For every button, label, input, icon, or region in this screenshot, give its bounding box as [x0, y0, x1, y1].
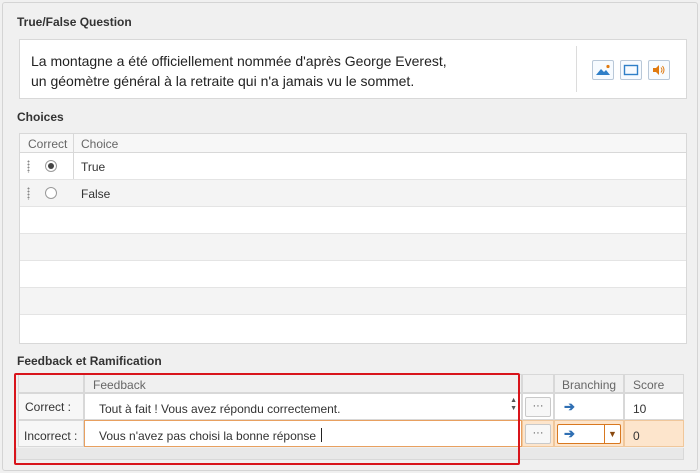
incorrect-more-button[interactable]: ···	[525, 424, 551, 444]
arrow-right-icon: ➔	[564, 399, 575, 414]
choices-grid: Correct Choice True False	[19, 133, 687, 344]
chevron-down-icon[interactable]: ▼	[604, 425, 620, 443]
incorrect-more-cell: ···	[522, 420, 554, 447]
insert-video-button[interactable]	[620, 60, 642, 80]
video-icon	[623, 64, 639, 76]
drag-handle-icon[interactable]	[27, 160, 30, 173]
drag-handle-icon[interactable]	[27, 187, 30, 200]
empty-row	[20, 234, 686, 261]
choice-row[interactable]: True	[20, 153, 686, 180]
incorrect-branching-select[interactable]: ➔ ▼	[557, 424, 621, 444]
correct-more-button[interactable]: ···	[525, 397, 551, 417]
branching-header-label: Branching	[562, 378, 617, 392]
correct-more-cell: ···	[522, 393, 554, 420]
insert-image-button[interactable]	[592, 60, 614, 80]
audio-icon	[653, 65, 665, 75]
choice-label[interactable]: True	[81, 160, 105, 174]
choices-grid-header: Correct Choice	[20, 134, 686, 153]
incorrect-score-cell[interactable]: 0	[624, 420, 684, 447]
choices-section-title: Choices	[17, 110, 64, 124]
insert-audio-button[interactable]	[648, 60, 670, 80]
question-divider	[576, 46, 577, 92]
empty-row	[20, 261, 686, 288]
correct-score-cell[interactable]: 10	[624, 393, 684, 420]
column-header-choice: Choice	[81, 137, 119, 151]
correct-score[interactable]: 10	[633, 402, 646, 416]
score-column-header: Score	[624, 374, 684, 393]
empty-row	[20, 288, 686, 315]
question-text-box[interactable]: La montagne a été officiellement nommée …	[19, 39, 687, 99]
score-header-label: Score	[633, 378, 665, 392]
arrow-right-icon: ➔	[564, 426, 575, 441]
correct-branching-cell[interactable]: ➔	[554, 393, 624, 420]
highlight-box	[14, 373, 520, 465]
more-header-blank	[522, 374, 554, 393]
feedback-section-title: Feedback et Ramification	[17, 354, 162, 368]
image-icon	[596, 64, 610, 75]
choice-label[interactable]: False	[81, 187, 110, 201]
question-text[interactable]: La montagne a été officiellement nommée …	[31, 51, 551, 91]
choice-row[interactable]: False	[20, 180, 686, 207]
column-header-correct: Correct	[28, 137, 68, 151]
empty-row	[20, 207, 686, 234]
empty-row	[20, 315, 686, 343]
correct-radio[interactable]	[45, 160, 57, 172]
branching-column-header: Branching	[554, 374, 624, 393]
incorrect-score[interactable]: 0	[633, 429, 640, 443]
question-section-title: True/False Question	[17, 15, 132, 29]
correct-radio[interactable]	[45, 187, 57, 199]
